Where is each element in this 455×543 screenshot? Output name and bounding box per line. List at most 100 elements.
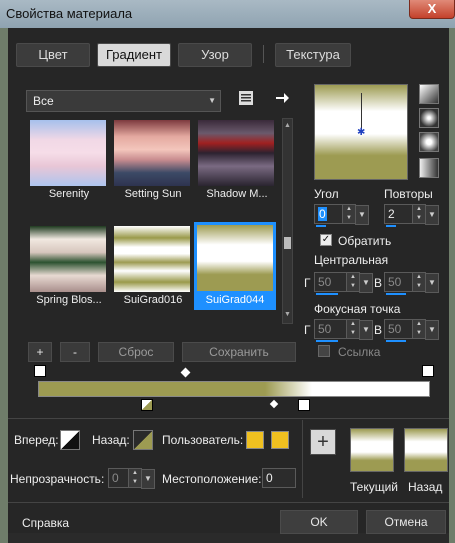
opacity-value: 0 (112, 471, 119, 485)
focal-v-field[interactable]: 50 ▲ ▼ ▼ (384, 319, 439, 342)
center-h-slider[interactable] (316, 293, 338, 295)
spin-arrows-icon[interactable]: ▲ ▼ (346, 273, 359, 291)
opacity-label: Непрозрачность: (10, 472, 105, 486)
center-h-label: Г (304, 276, 311, 290)
repeats-field[interactable]: 2 ▲ ▼ ▼ (384, 204, 439, 227)
angle-slider[interactable] (316, 225, 326, 227)
color-midpoint[interactable] (269, 399, 279, 409)
previous-preview[interactable] (404, 428, 448, 472)
linear-style-button[interactable] (419, 84, 439, 104)
scrollbar-thumb[interactable] (284, 237, 291, 249)
help-link[interactable]: Справка (22, 516, 69, 530)
gradient-list-scrollbar[interactable]: ▲ ▼ (282, 118, 293, 324)
gradient-name: SuiGrad016 (123, 294, 183, 306)
window-title: Свойства материала (6, 6, 133, 21)
gradient-item-spring-blossom[interactable]: Spring Blos... (28, 224, 106, 308)
remove-gradient-button[interactable]: - (60, 342, 90, 362)
gradient-item-suigrad016[interactable]: SuiGrad016 (112, 224, 190, 308)
add-gradient-button[interactable]: + (28, 342, 52, 362)
focal-h-slider[interactable] (316, 340, 338, 342)
footer-divider (8, 502, 449, 503)
ok-button[interactable]: OK (280, 510, 358, 534)
center-v-field[interactable]: 50 ▲ ▼ ▼ (384, 272, 439, 295)
center-v-slider[interactable] (386, 293, 406, 295)
radial-style-button[interactable] (419, 132, 439, 152)
divider (8, 418, 449, 419)
spin-arrows-icon[interactable]: ▲ ▼ (412, 205, 425, 223)
gradient-name: SuiGrad044 (205, 294, 265, 306)
chevron-down-icon[interactable]: ▼ (425, 205, 439, 225)
gradient-bar[interactable] (38, 381, 430, 397)
focal-h-field[interactable]: 50 ▲ ▼ ▼ (314, 319, 373, 342)
user-label: Пользователь: (162, 433, 244, 447)
gradient-name: Setting Sun (124, 188, 182, 200)
tab-gradient[interactable]: Градиент (97, 43, 171, 67)
tab-pattern[interactable]: Узор (178, 43, 252, 67)
user-color-swatch[interactable] (246, 431, 264, 449)
focal-v-value: 50 (388, 322, 402, 336)
cancel-button[interactable]: Отмена (366, 510, 446, 534)
location-field[interactable]: 0 (262, 468, 296, 488)
color-stop-2[interactable] (298, 399, 310, 411)
gradient-name: Shadow M... (206, 188, 268, 200)
chevron-down-icon[interactable]: ▼ (425, 273, 439, 293)
chevron-down-icon[interactable]: ▼ (425, 320, 439, 340)
close-button[interactable]: X (409, 0, 455, 19)
gradient-thumbnail (198, 120, 274, 186)
add-to-favorites-button[interactable]: + (310, 429, 336, 455)
tab-color[interactable]: Цвет (16, 43, 90, 67)
gradient-item-shadow[interactable]: Shadow M... (196, 118, 274, 202)
link-checkbox[interactable] (318, 345, 330, 357)
center-v-label: В (374, 276, 383, 290)
focal-v-slider[interactable] (386, 340, 406, 342)
rectangular-style-button[interactable] (419, 108, 439, 128)
center-h-value: 50 (318, 275, 332, 289)
gradient-item-suigrad044[interactable]: SuiGrad044 (194, 222, 276, 310)
gradient-thumbnail (197, 225, 273, 291)
gradient-editor[interactable] (34, 365, 434, 411)
location-value: 0 (266, 471, 273, 485)
spin-arrows-icon[interactable]: ▲ ▼ (412, 320, 425, 338)
scroll-up-icon[interactable]: ▲ (284, 122, 291, 129)
chevron-down-icon[interactable]: ▼ (359, 273, 373, 293)
spin-arrows-icon[interactable]: ▲ ▼ (412, 273, 425, 291)
center-h-field[interactable]: 50 ▲ ▼ ▼ (314, 272, 373, 295)
sunburst-style-button[interactable] (419, 158, 439, 178)
gradient-name: Serenity (48, 188, 90, 200)
spin-arrows-icon[interactable]: ▲ ▼ (346, 320, 359, 338)
location-label: Местоположение: (162, 472, 262, 486)
focal-crosshair-icon[interactable]: ✱ (357, 128, 365, 138)
reset-button[interactable]: Сброс (98, 342, 174, 362)
chevron-down-icon: ▼ (208, 96, 216, 105)
spin-arrows-icon[interactable]: ▲ ▼ (128, 469, 141, 487)
angle-field[interactable]: 0 ▲ ▼ ▼ (314, 204, 369, 227)
gradient-item-setting-sun[interactable]: Setting Sun (112, 118, 190, 202)
gradient-preview[interactable]: ✱ (314, 84, 408, 180)
focal-h-value: 50 (318, 322, 332, 336)
chevron-down-icon[interactable]: ▼ (141, 469, 155, 489)
opacity-stop-right[interactable] (422, 365, 434, 377)
save-button[interactable]: Сохранить (182, 342, 296, 362)
forward-color-button[interactable] (60, 430, 80, 450)
bottom-separator (302, 420, 303, 498)
list-view-icon[interactable] (238, 90, 254, 106)
opacity-field[interactable]: 0 ▲ ▼ ▼ (108, 468, 155, 489)
spin-arrows-icon[interactable]: ▲ ▼ (342, 205, 355, 223)
tab-texture[interactable]: Текстура (275, 43, 351, 67)
opacity-stop-left[interactable] (34, 365, 46, 377)
chevron-down-icon[interactable]: ▼ (355, 205, 369, 225)
category-dropdown[interactable]: Все ▼ (26, 90, 221, 112)
color-stop-1[interactable] (141, 399, 153, 411)
chevron-down-icon[interactable]: ▼ (359, 320, 373, 340)
link-label: Ссылка (338, 345, 381, 359)
opacity-midpoint[interactable] (180, 367, 191, 378)
user-color-swatch-2[interactable] (271, 431, 289, 449)
gradient-thumbnail (114, 120, 190, 186)
scroll-down-icon[interactable]: ▼ (284, 311, 291, 318)
back-color-button[interactable] (133, 430, 153, 450)
repeats-slider[interactable] (386, 225, 396, 227)
arrow-right-icon[interactable] (274, 90, 290, 106)
invert-checkbox[interactable]: ✓ (320, 234, 332, 246)
focal-label: Фокусная точка (314, 302, 401, 316)
gradient-item-serenity[interactable]: Serenity (28, 118, 106, 202)
